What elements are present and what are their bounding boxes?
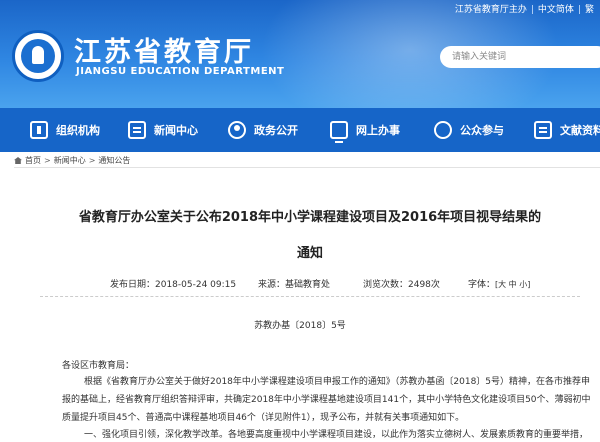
article-paragraph: 根据《省教育厅办公室关于做好2018年中小学课程建设项目申报工作的通知》（苏教办… bbox=[62, 377, 591, 423]
article-title-line: 省教育厅办公室关于公布2018年中小学课程建设项目及2016年项目视导结果的 bbox=[78, 210, 542, 225]
font-size-label: 字体： bbox=[468, 280, 496, 290]
main-nav: 组织机构 新闻中心 政务公开 网上办事 公众参与 文献资料 bbox=[0, 108, 600, 152]
nav-item-label: 组织机构 bbox=[56, 124, 100, 137]
breadcrumb-news[interactable]: 新闻中心 bbox=[54, 155, 86, 166]
top-link-simplified[interactable]: 中文简体 bbox=[538, 5, 574, 15]
article-title: 省教育厅办公室关于公布2018年中小学课程建设项目及2016年项目视导结果的 通… bbox=[20, 200, 600, 272]
article-paragraph: 一、强化项目引领，深化教学改革。各地要高度重视中小学课程项目建设，以此作为落实立… bbox=[84, 430, 589, 440]
site-title[interactable]: 江苏省教育厅 bbox=[74, 30, 254, 69]
nav-item-gov-affairs[interactable]: 政务公开 bbox=[228, 108, 298, 152]
top-link-traditional[interactable]: 繁 bbox=[585, 5, 594, 15]
top-link-sponsor[interactable]: 江苏省教育厅主办 bbox=[455, 5, 527, 15]
chat-icon bbox=[434, 121, 452, 139]
computer-icon bbox=[330, 121, 348, 143]
nav-item-label: 新闻中心 bbox=[154, 124, 198, 137]
nav-item-label: 网上办事 bbox=[356, 124, 400, 137]
addressee: 各设区市教育局： bbox=[62, 361, 135, 371]
nav-item-label: 政务公开 bbox=[254, 124, 298, 137]
top-link-separator: | bbox=[530, 5, 534, 15]
nav-item-news[interactable]: 新闻中心 bbox=[128, 108, 198, 152]
org-tree-icon bbox=[30, 121, 48, 139]
meta-divider bbox=[40, 296, 580, 297]
view-count: 浏览次数：2498次 bbox=[363, 280, 440, 290]
breadcrumb: 首页 > 新闻中心 > 通知公告 bbox=[14, 155, 130, 166]
nav-item-docs[interactable]: 文献资料 bbox=[534, 108, 600, 152]
top-link-separator: | bbox=[577, 5, 581, 15]
top-links: 江苏省教育厅主办 | 中文简体 | 繁 bbox=[451, 2, 594, 15]
breadcrumb-separator: > bbox=[44, 156, 51, 165]
news-icon bbox=[128, 121, 146, 139]
nav-item-online-service[interactable]: 网上办事 bbox=[330, 108, 400, 152]
site-subtitle: JIANGSU EDUCATION DEPARTMENT bbox=[76, 66, 285, 77]
logo-emblem-icon[interactable] bbox=[12, 30, 64, 82]
publish-time: 发布日期：2018-05-24 09:15 bbox=[110, 280, 237, 290]
breadcrumb-notices[interactable]: 通知公告 bbox=[98, 155, 130, 166]
nav-item-label: 文献资料 bbox=[560, 124, 600, 137]
site-header: 江苏省教育厅主办 | 中文简体 | 繁 江苏省教育厅 JIANGSU EDUCATION… bbox=[0, 0, 600, 108]
breadcrumb-home[interactable]: 首页 bbox=[25, 155, 41, 166]
people-icon bbox=[228, 121, 246, 139]
article-source: 来源：基础教育处 bbox=[258, 280, 331, 290]
breadcrumb-divider bbox=[14, 167, 600, 168]
breadcrumb-separator: > bbox=[88, 156, 96, 165]
nav-item-org[interactable]: 组织机构 bbox=[30, 108, 100, 152]
document-icon bbox=[534, 121, 552, 139]
home-icon bbox=[14, 157, 22, 164]
font-size-options[interactable]: [大 中 小] bbox=[495, 280, 530, 289]
search-input[interactable] bbox=[440, 46, 600, 68]
nav-item-label: 公众参与 bbox=[460, 124, 504, 137]
nav-item-public[interactable]: 公众参与 bbox=[434, 108, 504, 152]
font-size-control: 字体：[大 中 小] bbox=[468, 277, 530, 290]
article-title-line: 通知 bbox=[296, 246, 323, 261]
document-number: 苏教办基〔2018〕5号 bbox=[254, 321, 346, 331]
